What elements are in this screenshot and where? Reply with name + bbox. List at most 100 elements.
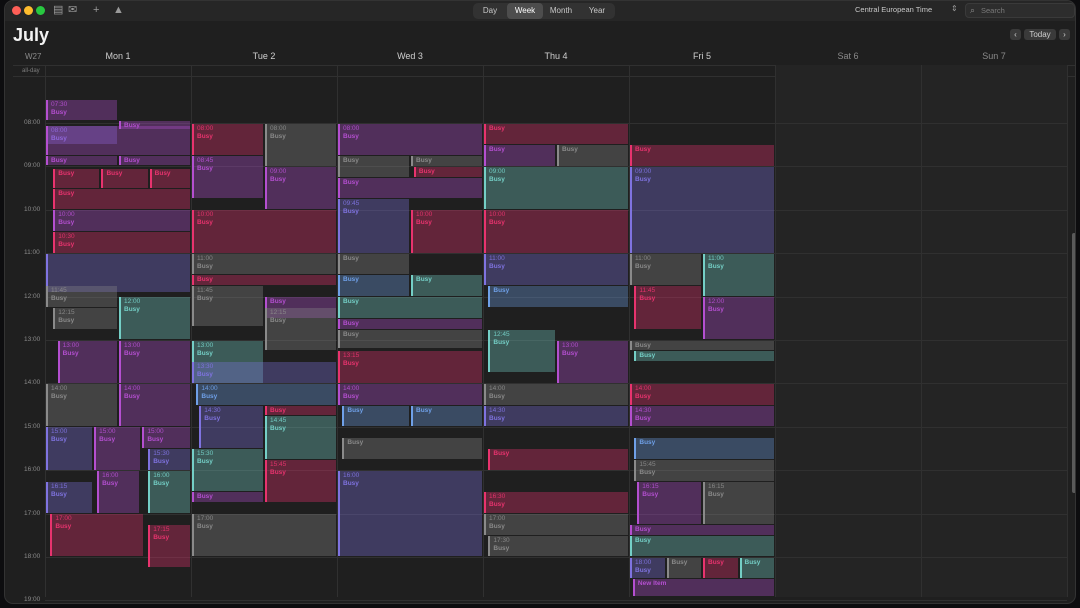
event-block[interactable]: 14:00 Busy <box>196 383 336 405</box>
event-block[interactable]: Busy <box>149 169 190 188</box>
event-block[interactable]: 13:30 Busy <box>192 362 336 383</box>
event-block[interactable]: 17:15 Busy <box>148 524 190 568</box>
event-block[interactable]: 11:45 Busy <box>46 286 117 307</box>
event-block[interactable]: Busy <box>630 340 774 351</box>
event-block[interactable]: 16:00 Busy <box>97 470 139 514</box>
event-block[interactable]: 12:15 Busy <box>265 307 336 351</box>
event-block[interactable]: 13:00 Busy <box>119 340 190 383</box>
event-block[interactable]: 10:00 Busy <box>484 210 628 253</box>
view-year-button[interactable]: Year <box>579 3 615 19</box>
event-block[interactable]: Busy <box>101 169 148 188</box>
event-block[interactable]: Busy <box>192 492 263 503</box>
event-block[interactable]: Busy <box>53 188 190 210</box>
event-block[interactable]: Busy <box>411 156 482 166</box>
event-block[interactable]: 15:00 Busy <box>46 427 93 470</box>
warning-icon[interactable]: ▲ <box>113 4 124 17</box>
event-block[interactable]: 14:30 Busy <box>630 405 774 427</box>
event-block[interactable]: 17:00 Busy <box>50 514 144 557</box>
chevron-updown-icon[interactable]: ⇕ <box>951 4 958 13</box>
previous-week-button[interactable]: ‹ <box>1010 29 1021 40</box>
event-block[interactable]: 17:30 Busy <box>488 535 628 557</box>
zoom-window-button[interactable] <box>36 6 45 15</box>
event-block[interactable]: 17:00 Busy <box>484 514 628 535</box>
event-block[interactable]: 09:00 Busy <box>630 166 774 253</box>
event-block[interactable]: 11:00 Busy <box>484 253 628 286</box>
event-block[interactable]: Busy <box>119 156 190 166</box>
event-block[interactable]: Busy <box>666 557 701 579</box>
event-block[interactable]: 14:30 Busy <box>199 405 263 448</box>
event-block[interactable]: 10:00 Busy <box>192 210 336 253</box>
event-block[interactable]: 14:00 Busy <box>46 383 117 427</box>
event-block[interactable]: Busy <box>46 156 117 166</box>
event-block[interactable]: 14:00 Busy <box>119 383 190 427</box>
event-block[interactable]: 16:15 Busy <box>703 481 774 524</box>
event-block[interactable]: 13:00 Busy <box>557 340 628 383</box>
event-block[interactable]: Busy <box>630 145 774 166</box>
event-block[interactable]: 15:30 Busy <box>192 449 263 492</box>
event-block[interactable]: Busy <box>488 286 628 307</box>
event-block[interactable]: Busy <box>338 275 409 297</box>
event-block[interactable]: Busy <box>634 351 774 362</box>
event-block[interactable]: 08:00 Busy <box>265 123 336 166</box>
new-event-block[interactable]: New Item <box>632 579 774 597</box>
day-header-fri[interactable]: Fri 5 <box>629 51 775 61</box>
saturday-column[interactable] <box>775 65 921 597</box>
inbox-icon[interactable]: ✉ <box>68 4 77 17</box>
event-block[interactable]: 16:30 Busy <box>484 492 628 514</box>
event-block[interactable]: 11:45 Busy <box>192 286 263 327</box>
timezone-selector[interactable]: Central European Time <box>855 5 932 14</box>
event-block[interactable]: Busy <box>630 535 774 557</box>
next-week-button[interactable]: › <box>1059 29 1070 40</box>
event-block[interactable]: 18:00 Busy <box>630 557 665 579</box>
event-block[interactable]: 08:45 Busy <box>192 156 263 199</box>
event-block[interactable]: Busy <box>338 177 482 199</box>
event-block[interactable]: 10:00 Busy <box>53 210 190 231</box>
search-field[interactable]: ⌕ Search <box>965 3 1075 18</box>
event-block[interactable]: 15:30 Busy <box>148 449 190 470</box>
vertical-scrollbar[interactable] <box>1072 233 1075 493</box>
event-block[interactable]: Busy <box>739 557 774 579</box>
event-block[interactable]: Busy <box>703 557 738 579</box>
event-block[interactable]: Busy <box>338 318 482 329</box>
event-block[interactable]: 16:00 Busy <box>338 470 482 557</box>
today-button[interactable]: Today <box>1024 29 1056 40</box>
event-block[interactable]: Busy <box>484 123 628 145</box>
event-block[interactable]: 10:30 Busy <box>53 232 190 253</box>
event-block[interactable]: Busy <box>342 405 409 427</box>
event-block[interactable]: 11:45 Busy <box>634 286 701 329</box>
event-block[interactable]: 12:00 Busy <box>703 297 774 340</box>
event-block[interactable]: Busy <box>53 169 100 188</box>
event-block[interactable]: 09:00 Busy <box>265 166 336 210</box>
sunday-column[interactable] <box>921 65 1067 597</box>
event-block[interactable]: 15:45 Busy <box>634 459 774 481</box>
event-block[interactable]: 15:00 Busy <box>142 427 190 448</box>
event-block[interactable]: 15:00 Busy <box>94 427 141 470</box>
event-block[interactable]: 13:00 Busy <box>57 340 117 383</box>
event-block[interactable]: 08:00 Busy <box>192 123 263 156</box>
event-block[interactable]: 11:00 Busy <box>192 253 336 275</box>
event-block[interactable]: Busy <box>634 438 774 459</box>
event-block[interactable]: Busy <box>411 405 482 427</box>
event-block[interactable]: Busy <box>338 297 482 318</box>
event-block[interactable]: 10:00 Busy <box>411 210 482 253</box>
minimize-window-button[interactable] <box>24 6 33 15</box>
day-header-mon[interactable]: Mon 1 <box>45 51 191 61</box>
day-header-sat[interactable]: Sat 6 <box>775 51 921 61</box>
close-window-button[interactable] <box>12 6 21 15</box>
view-day-button[interactable]: Day <box>473 3 507 19</box>
event-block[interactable]: 09:45 Busy <box>338 199 409 253</box>
event-block[interactable]: 12:15 Busy <box>53 307 117 329</box>
event-block[interactable]: Busy <box>342 438 482 459</box>
event-block[interactable]: 11:00 Busy <box>703 253 774 297</box>
event-block[interactable]: Busy <box>413 166 482 177</box>
event-block[interactable]: 13:15 Busy <box>338 351 482 383</box>
event-block[interactable]: 08:00 Busy <box>338 123 482 156</box>
event-block[interactable]: 14:30 Busy <box>484 405 628 427</box>
view-month-button[interactable]: Month <box>543 3 579 19</box>
event-block[interactable]: Busy <box>411 275 482 297</box>
event-block[interactable]: 16:15 Busy <box>46 481 93 514</box>
event-block[interactable]: 16:15 Busy <box>637 481 701 524</box>
event-block[interactable]: 12:45 Busy <box>488 329 555 373</box>
event-block[interactable]: 16:00 Busy <box>148 470 190 514</box>
event-block[interactable]: Busy <box>338 253 409 275</box>
